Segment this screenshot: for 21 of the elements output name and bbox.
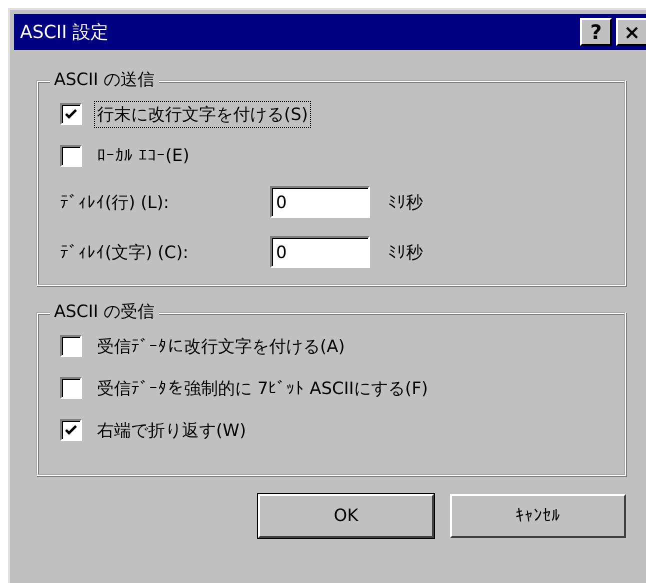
help-button[interactable]: ? xyxy=(580,18,612,46)
checkbox-label[interactable]: 右端で折り返す(W) xyxy=(94,416,250,444)
cancel-button[interactable]: ｷｬﾝｾﾙ xyxy=(450,494,626,538)
unit-label: ﾐﾘ秒 xyxy=(388,242,423,264)
close-button[interactable]: × xyxy=(616,18,646,46)
checkbox[interactable] xyxy=(60,145,82,167)
window-title: ASCII 設定 xyxy=(20,21,109,44)
checkbox[interactable] xyxy=(60,377,82,399)
checkbox[interactable] xyxy=(60,335,82,357)
checkbox[interactable] xyxy=(60,419,82,441)
input-field[interactable]: 0 xyxy=(270,186,370,218)
checkbox-label[interactable]: 行末に改行文字を付ける(S) xyxy=(94,100,312,128)
checkbox-label[interactable]: 受信ﾃﾞｰﾀに改行文字を付ける(A) xyxy=(94,332,348,360)
field-label: ﾃﾞｨﾚｲ(行) (L): xyxy=(60,192,170,214)
input-field[interactable]: 0 xyxy=(270,236,370,268)
unit-label: ﾐﾘ秒 xyxy=(388,192,423,214)
checkbox-label[interactable]: ﾛｰｶﾙ ｴｺｰ(E) xyxy=(94,144,192,168)
field-label: ﾃﾞｨﾚｲ(文字) (C): xyxy=(60,242,190,264)
checkbox[interactable] xyxy=(60,103,82,125)
ok-button[interactable]: OK xyxy=(258,494,434,538)
checkbox-label[interactable]: 受信ﾃﾞｰﾀを強制的に 7ﾋﾞｯﾄ ASCIIにする(F) xyxy=(94,374,431,402)
